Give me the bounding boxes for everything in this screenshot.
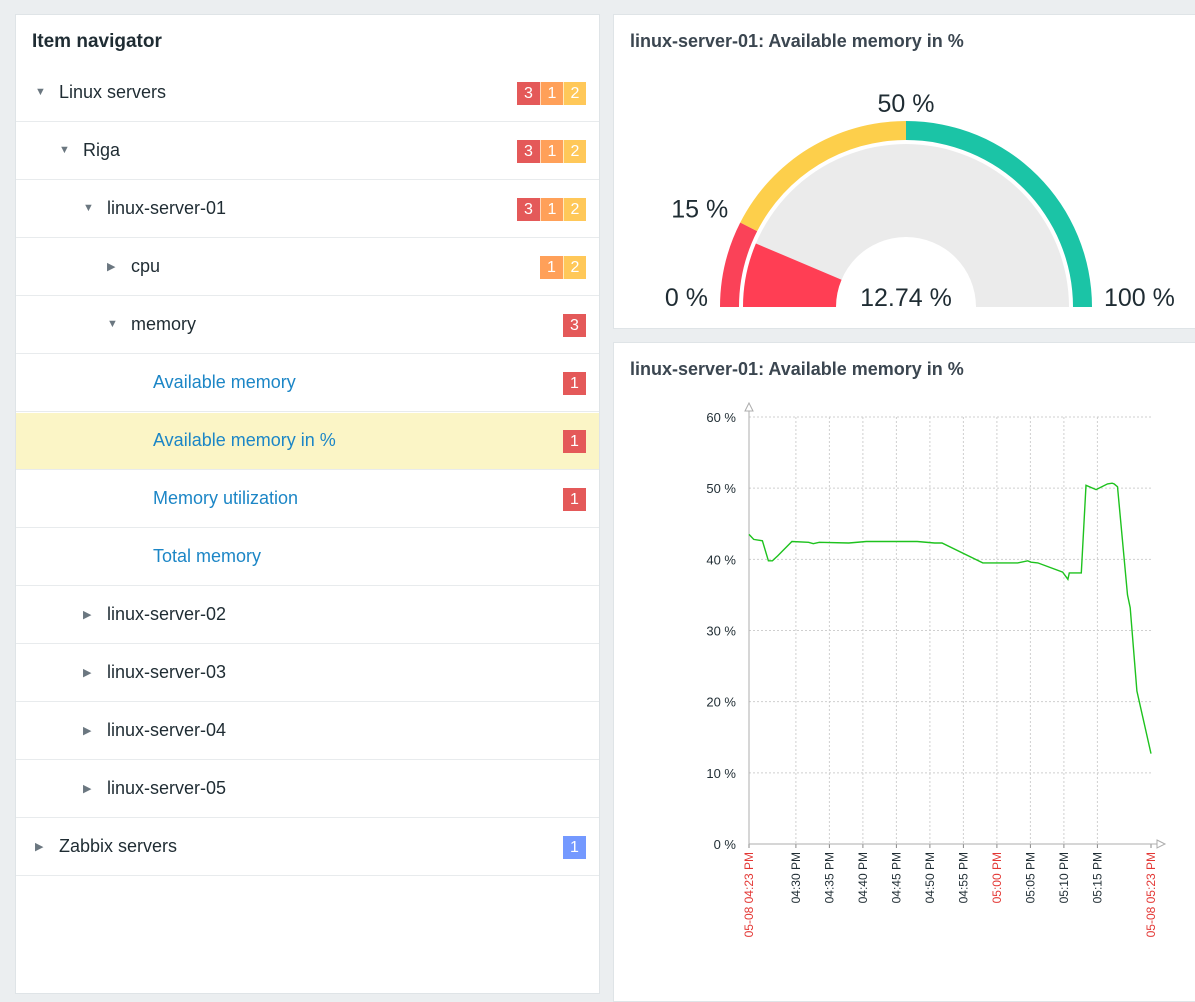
tree-node[interactable]: ▶ linux-server-04 <box>16 703 599 760</box>
problem-count-badge: 3 <box>517 82 540 105</box>
problem-counters: 312 <box>517 82 586 105</box>
y-tick-label: 50 % <box>706 481 736 496</box>
tree-node[interactable]: ▶ cpu 1 2 <box>16 239 599 296</box>
problem-counters: 312 <box>517 198 586 221</box>
tree-item-link[interactable]: Total memory <box>16 529 599 586</box>
tree-node[interactable]: ▶ linux-server-02 <box>16 587 599 644</box>
problem-counters: 3 <box>563 314 586 337</box>
x-tick-label: 05:00 PM <box>990 852 1004 903</box>
tree-item-label[interactable]: Memory utilization <box>153 488 298 509</box>
x-tick-label: 04:35 PM <box>822 852 836 903</box>
tree-node[interactable]: ▼ Linux servers 3 1 2 <box>16 65 599 122</box>
tree-item-label: linux-server-05 <box>107 778 227 798</box>
gauge-value-label: 12.74 % <box>860 284 952 312</box>
problem-count-badge: 1 <box>563 488 586 511</box>
tree-item-label: linux-server-04 <box>107 720 227 740</box>
series-line <box>748 482 1152 754</box>
expand-arrow-icon[interactable]: ▶ <box>83 608 91 621</box>
tree-item-label[interactable]: Total memory <box>153 546 261 567</box>
tree-item-label: memory <box>131 314 197 334</box>
tree-item-link[interactable]: Memory utilization 1 <box>16 471 599 528</box>
y-tick-label: 20 % <box>706 695 736 710</box>
expand-arrow-icon[interactable]: ▶ <box>83 782 91 795</box>
tree-node[interactable]: ▼ linux-server-01 3 1 2 <box>16 181 599 238</box>
y-tick-label: 0 % <box>714 837 737 852</box>
collapse-arrow-icon[interactable]: ▼ <box>59 144 70 156</box>
gauge-threshold-label: 50 % <box>878 90 935 118</box>
problem-counters: 12 <box>540 256 586 279</box>
x-tick-label: 05-08 04:23 PM <box>742 852 756 937</box>
line-graph: 0 % 10 % 20 % 30 % 40 % 50 % 60 % 05-08 04:23 P… <box>706 401 1167 937</box>
tree-item-label: Riga <box>83 140 121 160</box>
tree-item-label: Linux servers <box>59 82 167 102</box>
y-tick-label: 40 % <box>706 552 736 567</box>
tree-item-label[interactable]: Available memory <box>153 372 296 393</box>
x-tick-label: 05-08 05:23 PM <box>1144 852 1158 937</box>
tree-item-label[interactable]: Available memory in % <box>153 430 336 451</box>
tree-node[interactable]: ▶ linux-server-03 <box>16 645 599 702</box>
problem-count-badge: 3 <box>563 314 586 337</box>
problem-count-badge: 1 <box>540 198 563 221</box>
problem-count-badge: 3 <box>517 198 540 221</box>
tree-node[interactable]: ▶ Zabbix servers 1 <box>16 819 599 876</box>
expand-arrow-icon[interactable]: ▶ <box>107 260 115 273</box>
x-tick-label: 05:05 PM <box>1023 852 1037 903</box>
tree-item-link[interactable]: Available memory 1 <box>16 355 599 412</box>
x-tick-label: 04:55 PM <box>956 852 970 903</box>
collapse-arrow-icon[interactable]: ▼ <box>83 202 94 214</box>
x-tick-label: 04:30 PM <box>789 852 803 903</box>
gauge-min-label: 0 % <box>665 284 708 312</box>
problem-count-badge: 1 <box>540 256 563 279</box>
problem-count-badge: 2 <box>563 82 586 105</box>
tree-item-label: linux-server-02 <box>107 604 227 624</box>
tree-node[interactable]: ▶ linux-server-05 <box>16 761 599 818</box>
graph-widget: linux-server-01: Available memory in % 0… <box>613 342 1195 1002</box>
x-tick-label: 04:40 PM <box>856 852 870 903</box>
gauge: 0 % 100 % 15 % 50 % 12.74 % <box>665 90 1175 312</box>
x-axis-arrow-icon <box>1156 839 1167 849</box>
y-axis-arrow-icon <box>744 401 754 412</box>
problem-count-badge: 1 <box>540 140 563 163</box>
problem-counters: 1 <box>563 836 586 859</box>
problem-count-badge: 2 <box>563 256 586 279</box>
problem-count-badge: 1 <box>563 430 586 453</box>
widget-title: Item navigator <box>32 31 162 52</box>
tree-item-label: cpu <box>131 256 161 276</box>
gauge-max-label: 100 % <box>1104 284 1175 312</box>
problem-counters: 312 <box>517 140 586 163</box>
x-tick-label: 04:45 PM <box>889 852 903 903</box>
x-tick-label: 04:50 PM <box>923 852 937 903</box>
x-tick-label: 05:15 PM <box>1090 852 1104 903</box>
tree-item-link[interactable]: Available memory in % 1 <box>16 413 599 470</box>
tree-item-label: linux-server-03 <box>107 662 227 682</box>
y-tick-label: 30 % <box>706 624 736 639</box>
x-tick-label: 05:10 PM <box>1057 852 1071 903</box>
collapse-arrow-icon[interactable]: ▼ <box>107 318 118 330</box>
problem-count-badge: 1 <box>563 372 586 395</box>
problem-count-badge: 1 <box>540 82 563 105</box>
problem-count-badge: 3 <box>517 140 540 163</box>
problem-counters: 1 <box>563 488 586 511</box>
tree-item-label: linux-server-01 <box>107 198 227 218</box>
gauge-widget: linux-server-01: Available memory in % 0… <box>613 14 1195 329</box>
collapse-arrow-icon[interactable]: ▼ <box>35 86 46 98</box>
y-tick-label: 10 % <box>706 766 736 781</box>
tree-node[interactable]: ▼ memory 3 <box>16 297 599 354</box>
expand-arrow-icon[interactable]: ▶ <box>83 666 91 679</box>
expand-arrow-icon[interactable]: ▶ <box>35 840 43 853</box>
y-tick-label: 60 % <box>706 410 736 425</box>
problem-counters: 1 <box>563 372 586 395</box>
expand-arrow-icon[interactable]: ▶ <box>83 724 91 737</box>
tree-node[interactable]: ▼ Riga 3 1 2 <box>16 123 599 180</box>
tree-item-label: Zabbix servers <box>59 836 178 856</box>
item-navigator-widget: Item navigator ▼ Linux servers 3 1 2 ▼ Riga 3 1 2… <box>15 14 600 994</box>
problem-count-badge: 1 <box>563 836 586 859</box>
problem-count-badge: 2 <box>563 198 586 221</box>
gauge-threshold-label: 15 % <box>671 196 728 224</box>
problem-count-badge: 2 <box>563 140 586 163</box>
problem-counters: 1 <box>563 430 586 453</box>
